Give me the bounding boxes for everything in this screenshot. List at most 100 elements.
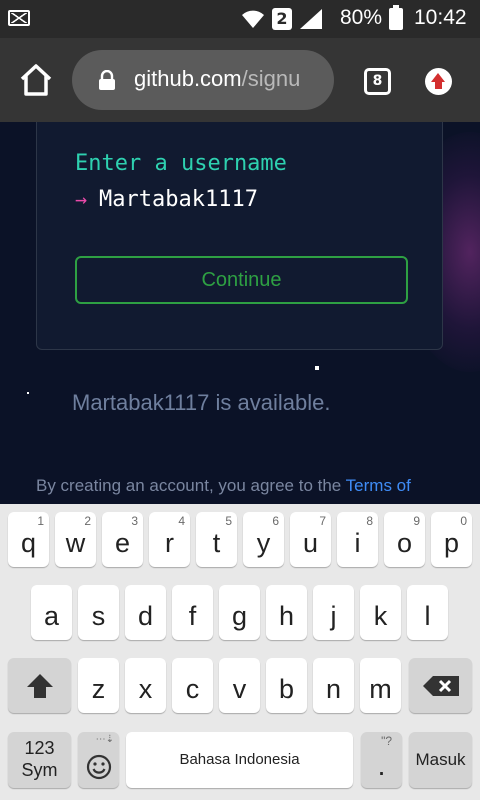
key-label: t xyxy=(212,528,221,558)
key-hint: 3 xyxy=(131,514,138,528)
sim-badge: 2 xyxy=(272,8,292,30)
backspace-key[interactable] xyxy=(409,658,472,713)
key-label: h xyxy=(278,601,295,631)
key-d[interactable]: d xyxy=(125,585,166,640)
key-hint: 2 xyxy=(84,514,91,528)
wifi-icon xyxy=(242,10,264,28)
period-label: . xyxy=(377,750,386,781)
shift-icon xyxy=(27,674,53,698)
battery-icon xyxy=(389,5,403,30)
key-b[interactable]: b xyxy=(266,658,307,713)
star-decoration xyxy=(315,366,319,370)
arrow-icon: → xyxy=(75,187,88,211)
key-label: k xyxy=(373,601,388,631)
key-z[interactable]: z xyxy=(78,658,119,713)
emoji-key[interactable]: ⋯⇣ xyxy=(78,732,119,788)
key-hint: 1 xyxy=(37,514,44,528)
key-label: i xyxy=(354,528,361,558)
key-label: p xyxy=(443,528,460,558)
key-s[interactable]: s xyxy=(78,585,119,640)
space-key[interactable]: Bahasa Indonesia xyxy=(126,732,353,788)
username-value: Martabak1117 xyxy=(99,187,258,212)
key-r[interactable]: 4r xyxy=(149,512,190,567)
username-prompt: Enter a username xyxy=(75,151,287,176)
period-key[interactable]: "? . xyxy=(361,732,402,788)
email-icon xyxy=(8,10,30,26)
browser-toolbar: github.com/signu 8 xyxy=(0,38,480,122)
key-label: o xyxy=(396,528,413,558)
key-h[interactable]: h xyxy=(266,585,307,640)
key-a[interactable]: a xyxy=(31,585,72,640)
key-p[interactable]: 0p xyxy=(431,512,472,567)
signal-icon xyxy=(300,9,322,29)
key-hint: 9 xyxy=(413,514,420,528)
url-host: github.com xyxy=(134,66,242,91)
key-v[interactable]: v xyxy=(219,658,260,713)
symbols-key[interactable]: 123 Sym xyxy=(8,732,71,788)
key-m[interactable]: m xyxy=(360,658,401,713)
key-label: u xyxy=(302,528,319,558)
key-o[interactable]: 9o xyxy=(384,512,425,567)
key-label: z xyxy=(91,674,106,704)
home-icon[interactable] xyxy=(18,62,54,98)
address-bar[interactable]: github.com/signu xyxy=(72,50,334,110)
key-label: x xyxy=(138,674,153,704)
emoji-icon xyxy=(86,754,112,780)
key-label: q xyxy=(20,528,37,558)
key-label: b xyxy=(278,674,295,704)
key-label: e xyxy=(114,528,131,558)
key-f[interactable]: f xyxy=(172,585,213,640)
key-y[interactable]: 6y xyxy=(243,512,284,567)
emoji-hint: ⋯⇣ xyxy=(95,734,114,745)
status-bar: 2 80% 10:42 xyxy=(0,0,480,38)
key-hint: 0 xyxy=(460,514,467,528)
key-t[interactable]: 5t xyxy=(196,512,237,567)
symbols-label-top: 123 xyxy=(24,738,55,758)
key-q[interactable]: 1q xyxy=(8,512,49,567)
tab-switcher-button[interactable]: 8 xyxy=(364,68,391,95)
key-label: v xyxy=(232,674,247,704)
key-label: y xyxy=(256,528,271,558)
key-w[interactable]: 2w xyxy=(55,512,96,567)
lock-icon xyxy=(99,70,115,90)
key-label: f xyxy=(188,601,197,631)
star-decoration xyxy=(27,392,29,394)
update-arrow-icon[interactable] xyxy=(425,68,452,95)
clock: 10:42 xyxy=(414,6,467,29)
key-label: s xyxy=(91,601,106,631)
key-e[interactable]: 3e xyxy=(102,512,143,567)
battery-percent: 80% xyxy=(340,6,383,29)
username-card: Enter a username → Martabak1117 Continue xyxy=(36,122,443,350)
backspace-icon xyxy=(423,676,459,696)
key-label: j xyxy=(330,601,337,631)
key-label: c xyxy=(185,674,200,704)
enter-key[interactable]: Masuk xyxy=(409,732,472,788)
symbols-label-bottom: Sym xyxy=(21,760,58,780)
key-label: d xyxy=(137,601,154,631)
key-i[interactable]: 8i xyxy=(337,512,378,567)
continue-button[interactable]: Continue xyxy=(75,256,408,304)
key-c[interactable]: c xyxy=(172,658,213,713)
key-x[interactable]: x xyxy=(125,658,166,713)
key-n[interactable]: n xyxy=(313,658,354,713)
availability-message: Martabak1117 is available. xyxy=(72,390,331,415)
key-label: w xyxy=(65,528,86,558)
key-hint: 7 xyxy=(319,514,326,528)
key-l[interactable]: l xyxy=(407,585,448,640)
key-j[interactable]: j xyxy=(313,585,354,640)
terms-link[interactable]: Terms of xyxy=(346,476,411,495)
key-hint: 5 xyxy=(225,514,232,528)
enter-label: Masuk xyxy=(415,750,466,769)
key-u[interactable]: 7u xyxy=(290,512,331,567)
key-label: l xyxy=(424,601,431,631)
url-path: /signu xyxy=(241,66,301,91)
key-label: n xyxy=(325,674,342,704)
key-g[interactable]: g xyxy=(219,585,260,640)
key-label: m xyxy=(369,674,392,704)
shift-key[interactable] xyxy=(8,658,71,713)
space-label: Bahasa Indonesia xyxy=(179,751,300,768)
key-label: g xyxy=(231,601,248,631)
username-input[interactable]: → Martabak1117 xyxy=(75,187,258,212)
key-hint: 4 xyxy=(178,514,185,528)
key-k[interactable]: k xyxy=(360,585,401,640)
